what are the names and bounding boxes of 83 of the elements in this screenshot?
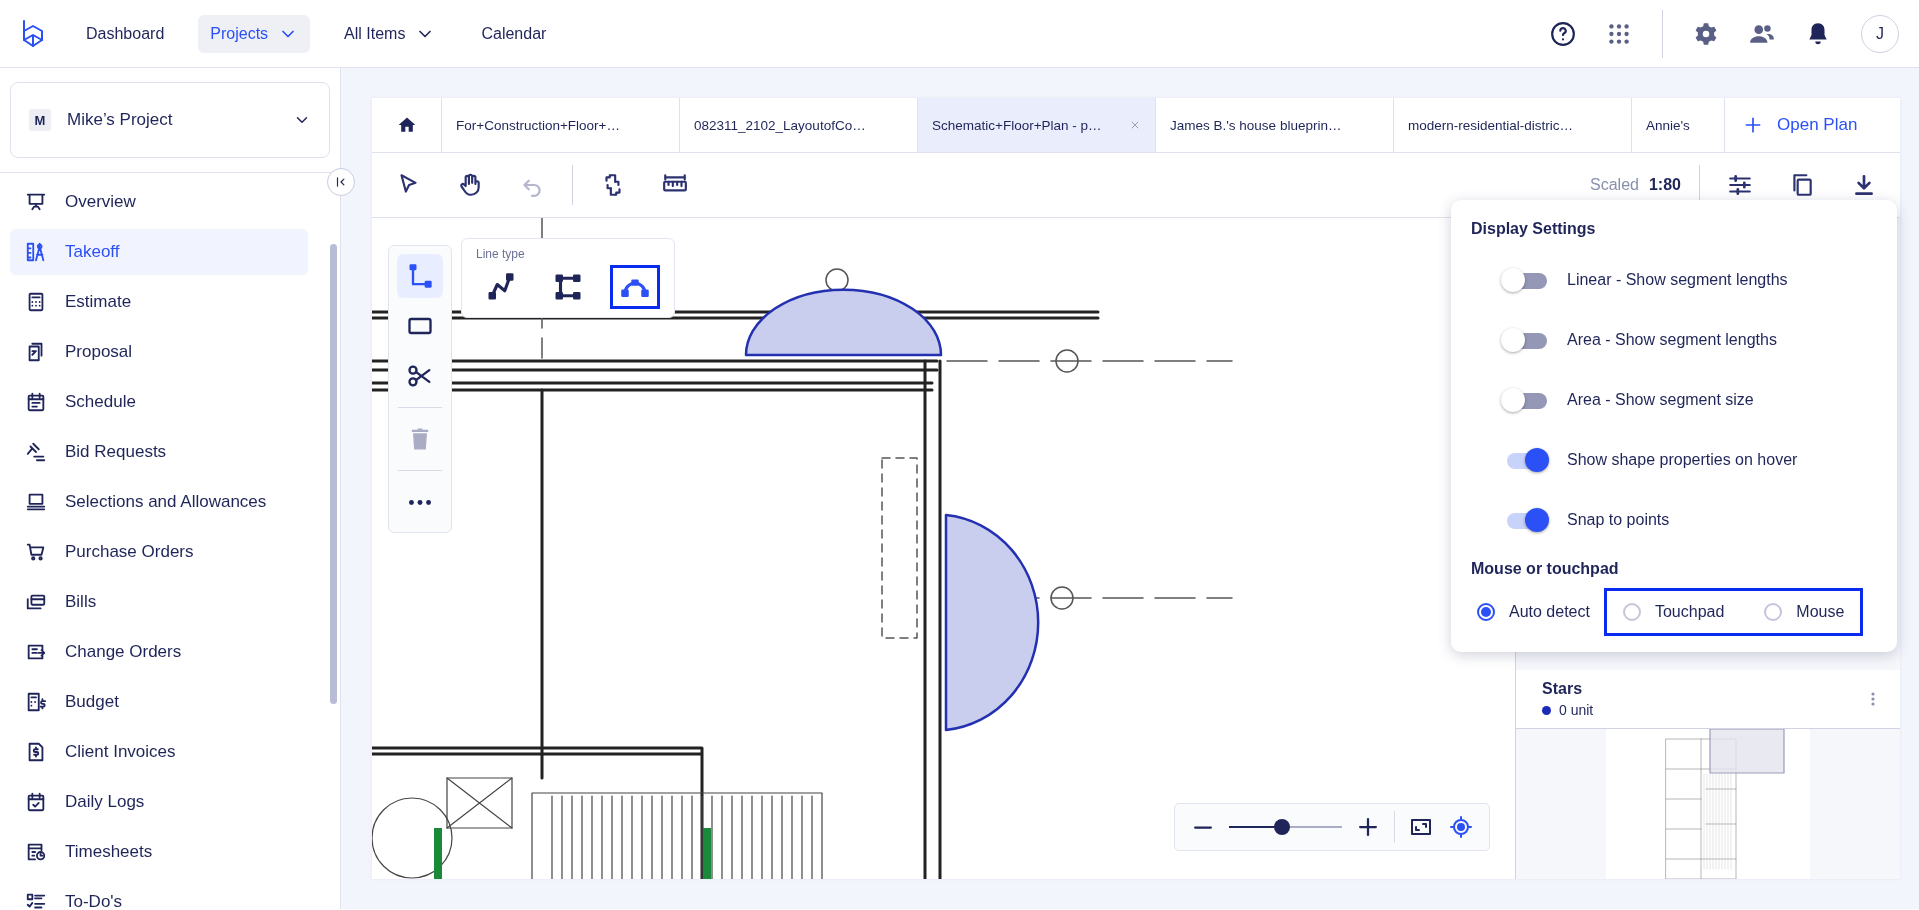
file-tab[interactable]: James B.'s house blueprin…: [1156, 98, 1394, 152]
polyline-icon: [486, 272, 516, 302]
project-selector[interactable]: M Mike’s Project: [10, 82, 330, 158]
more-options-button[interactable]: [1870, 691, 1876, 707]
line-tool-button[interactable]: [397, 254, 443, 298]
sidebar-item[interactable]: To-Do's: [10, 879, 308, 910]
nav-item[interactable]: Projects: [198, 14, 311, 53]
radio-label: Touchpad: [1654, 603, 1725, 621]
scrollbar-thumb[interactable]: [330, 244, 337, 704]
arc-line-button[interactable]: [610, 265, 660, 309]
toggle-switch[interactable]: [1501, 266, 1549, 294]
home-icon: [396, 115, 417, 135]
presentation-board-icon: [25, 191, 47, 213]
sidebar-item[interactable]: Bid Requests: [10, 429, 308, 475]
sidebar-item[interactable]: Budget: [10, 679, 308, 725]
sidebar-item[interactable]: Selections and Allowances: [10, 479, 308, 525]
radio-button[interactable]: [1764, 603, 1783, 621]
layer-name: Stars: [1542, 680, 1584, 698]
radio-label: Auto detect: [1509, 603, 1590, 621]
sidebar-item[interactable]: Timesheets: [10, 829, 308, 875]
sidebar-item[interactable]: Overview: [10, 179, 308, 225]
arc-shape[interactable]: [744, 288, 943, 357]
layer-quantity: 0 unit: [1559, 702, 1594, 718]
sidebar-item[interactable]: Takeoff: [10, 229, 308, 275]
calculator-dollar-icon: [25, 691, 47, 713]
sidebar-item[interactable]: Purchase Orders: [10, 529, 308, 575]
collapse-sidebar-button[interactable]: [327, 168, 355, 196]
scale-label: Scaled: [1590, 176, 1639, 194]
sidebar-item[interactable]: Bills: [10, 579, 308, 625]
nav-item[interactable]: All Items: [332, 14, 448, 53]
toggle-label: Area - Show segment size: [1567, 391, 1754, 409]
laptop-stack-icon: [25, 491, 47, 513]
nav-item[interactable]: Calendar: [469, 15, 559, 52]
sidebar-item[interactable]: Daily Logs: [10, 779, 308, 825]
file-tab[interactable]: modern-residential-distric…: [1394, 98, 1632, 152]
nav-item[interactable]: Dashboard: [74, 15, 177, 52]
sidebar-item[interactable]: Estimate: [10, 279, 308, 325]
popup-title: Display Settings: [1471, 220, 1597, 238]
sidebar-item[interactable]: Change Orders: [10, 629, 308, 675]
open-plan-button[interactable]: Open Plan: [1725, 98, 1900, 152]
calendar-check-icon: [25, 791, 47, 813]
kebab-icon: [1870, 691, 1876, 707]
project-name: Mike’s Project: [67, 110, 174, 130]
minus-icon: [1194, 825, 1213, 829]
orthogonal-line-icon: [553, 272, 583, 302]
sidebar-item[interactable]: Client Invoices: [10, 729, 308, 775]
scale-value: 1:80: [1648, 176, 1681, 194]
toggle-switch[interactable]: [1501, 326, 1549, 354]
section-title: Mouse or touchpad: [1471, 560, 1620, 578]
hand-icon: [457, 172, 483, 198]
checklist-icon: [25, 891, 47, 910]
file-tab[interactable]: 082311_2102_LayoutofCo…: [680, 98, 918, 152]
radio-button[interactable]: [1622, 603, 1641, 621]
toggle-label: Linear - Show segment lengths: [1567, 271, 1788, 289]
radio-label: Mouse: [1796, 603, 1845, 621]
drafting-tools-icon: [25, 241, 47, 263]
help-icon[interactable]: [1550, 20, 1576, 47]
plus-icon: [1743, 115, 1763, 135]
plus-icon: [1358, 818, 1377, 836]
project-initial: M: [29, 109, 51, 131]
toggle-label: Show shape properties on hover: [1567, 451, 1798, 469]
sidebar-item[interactable]: Schedule: [10, 379, 308, 425]
file-tab[interactable]: Annie's: [1632, 98, 1725, 152]
radio-button[interactable]: [1477, 603, 1495, 621]
arc-shape[interactable]: [944, 513, 1040, 732]
toggle-switch[interactable]: [1501, 386, 1549, 414]
layer-item[interactable]: Stars 0 unit: [1516, 670, 1900, 729]
calendar-icon: [25, 391, 47, 413]
file-tab[interactable]: For+Construction+Floor+…: [442, 98, 680, 152]
sidebar-item[interactable]: Proposal: [10, 329, 308, 375]
more-icon: [409, 499, 431, 505]
crosshair-icon: [1448, 815, 1473, 839]
toggle-label: Snap to points: [1567, 511, 1670, 529]
shopping-cart-icon: [25, 541, 47, 563]
zoom-slider[interactable]: [1229, 819, 1342, 835]
popup-title: Line type: [476, 247, 526, 261]
file-tab[interactable]: Schematic+Floor+Plan - p…: [918, 98, 1156, 152]
toggle-label: Area - Show segment lengths: [1567, 331, 1777, 349]
sliders-icon: [1727, 172, 1753, 198]
timesheet-clock-icon: [25, 841, 47, 863]
home-tab[interactable]: [372, 98, 442, 152]
slider-thumb[interactable]: [1274, 819, 1290, 835]
settings-icon[interactable]: [1693, 20, 1719, 47]
